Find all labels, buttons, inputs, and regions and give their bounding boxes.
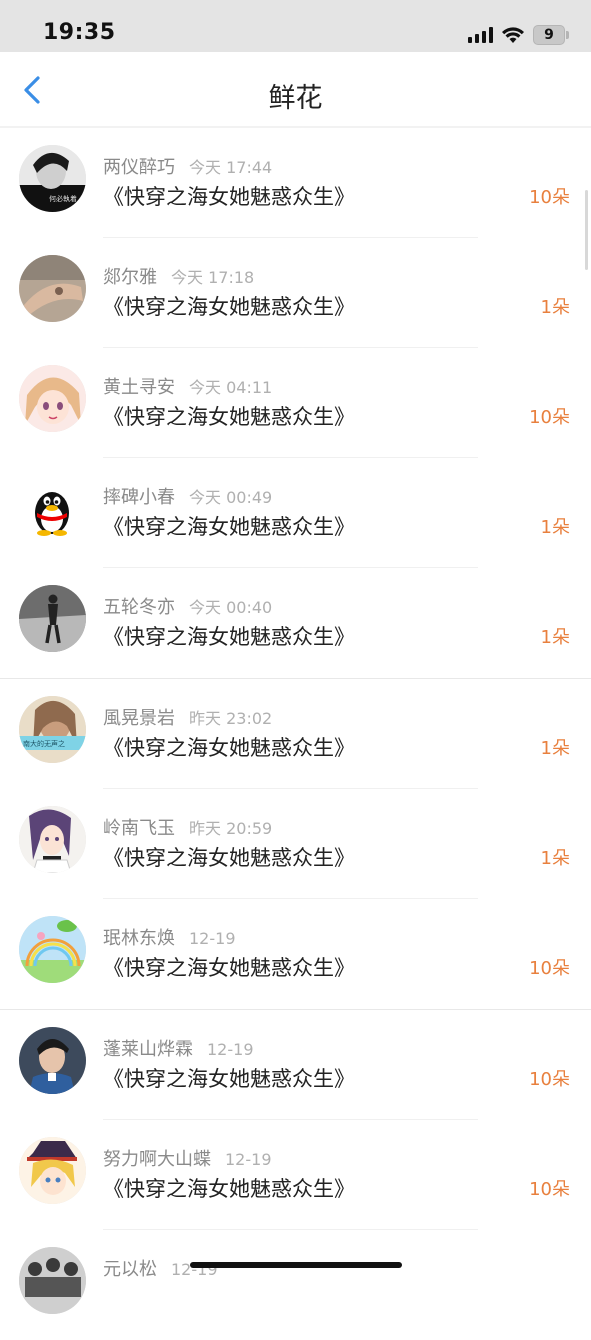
list-item[interactable]: 黄土寻安 今天 04:11 《快穿之海女她魅惑众生》 10朵: [0, 348, 591, 458]
svg-text:南大的无声之: 南大的无声之: [23, 739, 65, 748]
item-user-line: 五轮冬亦 今天 00:40: [103, 593, 272, 619]
battery-icon: 9: [533, 25, 569, 45]
item-user-line: 摔碑小春 今天 00:49: [103, 483, 272, 509]
flower-count: 10朵: [529, 407, 570, 428]
list-item[interactable]: 蓬莱山烨霖 12-19 《快穿之海女她魅惑众生》 10朵: [0, 1009, 591, 1120]
item-time: 12-19: [225, 1150, 272, 1169]
signal-icon: [468, 27, 493, 43]
list-item[interactable]: 努力啊大山蝶 12-19 《快穿之海女她魅惑众生》 10朵: [0, 1120, 591, 1230]
wifi-icon: [502, 27, 524, 43]
flower-count: 10朵: [529, 187, 570, 208]
avatar[interactable]: [19, 1247, 86, 1314]
item-time: 昨天 20:59: [189, 819, 273, 838]
flower-count: 1朵: [540, 517, 570, 538]
scrollbar[interactable]: [585, 190, 588, 270]
book-title[interactable]: 《快穿之海女她魅惑众生》: [103, 621, 355, 651]
user-name[interactable]: 岭南飞玉: [103, 818, 175, 839]
flower-count: 10朵: [529, 958, 570, 979]
battery-level: 9: [544, 27, 554, 43]
status-bar: 19:35 9: [0, 0, 591, 52]
list-item[interactable]: 元以松 12-19: [0, 1230, 591, 1340]
flower-count: 1朵: [540, 627, 570, 648]
item-time: 今天 17:18: [171, 268, 255, 287]
svg-text:何必執着: 何必執着: [49, 194, 77, 203]
item-user-line: 岭南飞玉 昨天 20:59: [103, 814, 272, 840]
book-title[interactable]: 《快穿之海女她魅惑众生》: [103, 952, 355, 982]
list-item[interactable]: 五轮冬亦 今天 00:40 《快穿之海女她魅惑众生》 1朵: [0, 568, 591, 678]
flower-list: 何必執着 两仪醉巧 今天 17:44 《快穿之海女她魅惑众生》 10朵 郯尔雅 今天…: [0, 128, 591, 1340]
item-user-line: 两仪醉巧 今天 17:44: [103, 153, 272, 179]
avatar[interactable]: [19, 585, 86, 652]
user-name[interactable]: 努力啊大山蝶: [103, 1149, 211, 1170]
avatar[interactable]: [19, 475, 86, 542]
item-user-line: 風晃景岩 昨天 23:02: [103, 704, 272, 730]
user-name[interactable]: 黄土寻安: [103, 377, 175, 398]
user-name[interactable]: 珉林东焕: [103, 928, 175, 949]
page-title: 鲜花: [268, 83, 323, 114]
item-user-line: 努力啊大山蝶 12-19: [103, 1145, 272, 1171]
item-time: 昨天 23:02: [189, 709, 273, 728]
flower-count: 1朵: [540, 848, 570, 869]
list-item[interactable]: 何必執着 两仪醉巧 今天 17:44 《快穿之海女她魅惑众生》 10朵: [0, 128, 591, 238]
item-time: 今天 17:44: [189, 158, 273, 177]
avatar[interactable]: 何必執着: [19, 145, 86, 212]
list-item[interactable]: 珉林东焕 12-19 《快穿之海女她魅惑众生》 10朵: [0, 899, 591, 1009]
avatar[interactable]: [19, 806, 86, 873]
avatar[interactable]: [19, 1027, 86, 1094]
list-item[interactable]: 摔碑小春 今天 00:49 《快穿之海女她魅惑众生》 1朵: [0, 458, 591, 568]
flower-count: 10朵: [529, 1069, 570, 1090]
user-name[interactable]: 郯尔雅: [103, 267, 157, 288]
item-time: 今天 04:11: [189, 378, 273, 397]
book-title[interactable]: 《快穿之海女她魅惑众生》: [103, 1063, 355, 1093]
book-title[interactable]: 《快穿之海女她魅惑众生》: [103, 511, 355, 541]
item-user-line: 黄土寻安 今天 04:11: [103, 373, 272, 399]
book-title[interactable]: 《快穿之海女她魅惑众生》: [103, 1173, 355, 1203]
flower-count: 1朵: [540, 738, 570, 759]
avatar[interactable]: [19, 255, 86, 322]
list-item[interactable]: 南大的无声之 風晃景岩 昨天 23:02 《快穿之海女她魅惑众生》 1朵: [0, 678, 591, 789]
avatar[interactable]: [19, 1137, 86, 1204]
item-user-line: 珉林东焕 12-19: [103, 924, 236, 950]
list-item[interactable]: 郯尔雅 今天 17:18 《快穿之海女她魅惑众生》 1朵: [0, 238, 591, 348]
item-user-line: 郯尔雅 今天 17:18: [103, 263, 254, 289]
status-time: 19:35: [43, 20, 116, 45]
avatar[interactable]: [19, 365, 86, 432]
user-name[interactable]: 两仪醉巧: [103, 157, 175, 178]
avatar[interactable]: 南大的无声之: [19, 696, 86, 763]
item-user-line: 元以松 12-19: [103, 1255, 218, 1281]
list-item[interactable]: 岭南飞玉 昨天 20:59 《快穿之海女她魅惑众生》 1朵: [0, 789, 591, 899]
status-icons: 9: [468, 24, 569, 46]
flower-count: 10朵: [529, 1179, 570, 1200]
flower-count: 1朵: [540, 297, 570, 318]
user-name[interactable]: 元以松: [103, 1259, 157, 1280]
avatar[interactable]: [19, 916, 86, 983]
user-name[interactable]: 五轮冬亦: [103, 597, 175, 618]
item-time: 今天 00:49: [189, 488, 273, 507]
book-title[interactable]: 《快穿之海女她魅惑众生》: [103, 732, 355, 762]
user-name[interactable]: 蓬莱山烨霖: [103, 1039, 193, 1060]
book-title[interactable]: 《快穿之海女她魅惑众生》: [103, 181, 355, 211]
item-time: 今天 00:40: [189, 598, 273, 617]
user-name[interactable]: 風晃景岩: [103, 708, 175, 729]
item-user-line: 蓬莱山烨霖 12-19: [103, 1035, 254, 1061]
item-time: 12-19: [207, 1040, 254, 1059]
nav-bar: 鲜花: [0, 52, 591, 127]
user-name[interactable]: 摔碑小春: [103, 487, 175, 508]
home-indicator[interactable]: [190, 1262, 402, 1268]
book-title[interactable]: 《快穿之海女她魅惑众生》: [103, 291, 355, 321]
book-title[interactable]: 《快穿之海女她魅惑众生》: [103, 842, 355, 872]
item-time: 12-19: [189, 929, 236, 948]
book-title[interactable]: 《快穿之海女她魅惑众生》: [103, 401, 355, 431]
